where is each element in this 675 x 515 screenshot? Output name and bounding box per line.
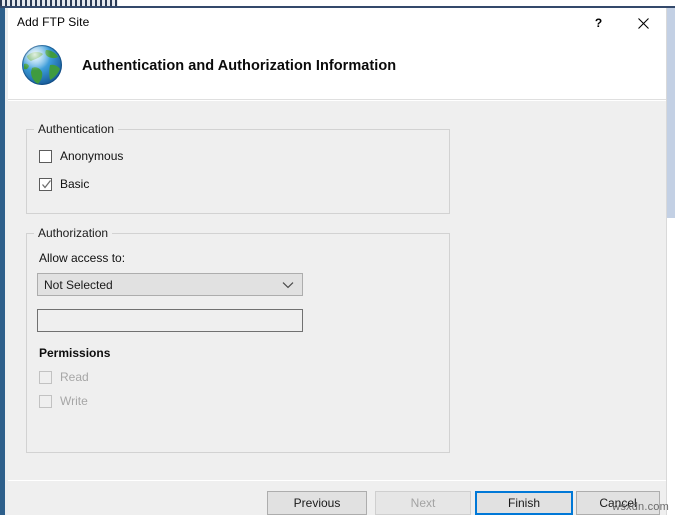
checkbox-anonymous-box[interactable]: [39, 149, 52, 163]
authorization-group-legend: Authorization: [34, 226, 113, 240]
dialog-header: Authentication and Authorization Informa…: [8, 38, 666, 100]
authentication-group-legend: Authentication: [34, 122, 119, 136]
previous-button[interactable]: Previous: [267, 491, 367, 515]
dialog-footer: Previous Next Finish Cancel: [8, 480, 666, 515]
authentication-group: Authentication Anonymous Basic: [26, 122, 450, 214]
close-icon[interactable]: [621, 8, 666, 38]
allow-access-users-input[interactable]: [37, 309, 303, 332]
next-button: Next: [375, 491, 471, 515]
checkbox-read[interactable]: Read: [39, 370, 89, 384]
dialog-titlebar: Add FTP Site ?: [8, 8, 666, 38]
dialog-body: Authentication Anonymous Basic Authoriza…: [8, 100, 666, 480]
checkmark-icon: [42, 179, 52, 189]
globe-icon: [19, 41, 67, 89]
dialog-title: Add FTP Site: [17, 15, 90, 29]
add-ftp-site-dialog: Add FTP Site ? Authentication and Author…: [8, 8, 667, 515]
screen: Add FTP Site ? Authentication and Author…: [0, 0, 675, 515]
checkbox-read-box[interactable]: [39, 370, 52, 384]
finish-button[interactable]: Finish: [475, 491, 573, 515]
allow-access-selected-value: Not Selected: [44, 277, 113, 292]
background-window-right-rail: [667, 8, 675, 218]
checkbox-basic-box[interactable]: [39, 177, 52, 191]
page-title: Authentication and Authorization Informa…: [82, 58, 397, 74]
checkbox-read-label: Read: [60, 370, 89, 384]
help-icon[interactable]: ?: [576, 8, 621, 38]
checkbox-write-label: Write: [60, 394, 88, 408]
chevron-down-icon: [282, 281, 294, 288]
titlebar-button-group: ?: [576, 8, 666, 38]
allow-access-dropdown[interactable]: Not Selected: [37, 273, 303, 296]
watermark: wsxdn.com: [612, 501, 669, 513]
permissions-label: Permissions: [39, 346, 111, 360]
checkbox-anonymous[interactable]: Anonymous: [39, 149, 123, 163]
allow-access-label: Allow access to:: [39, 251, 126, 265]
authorization-group: Authorization Allow access to: Not Selec…: [26, 226, 450, 453]
checkbox-anonymous-label: Anonymous: [60, 149, 124, 163]
checkbox-write[interactable]: Write: [39, 394, 88, 408]
checkbox-write-box[interactable]: [39, 394, 52, 408]
checkbox-basic[interactable]: Basic: [39, 177, 89, 191]
checkbox-basic-label: Basic: [60, 177, 90, 191]
